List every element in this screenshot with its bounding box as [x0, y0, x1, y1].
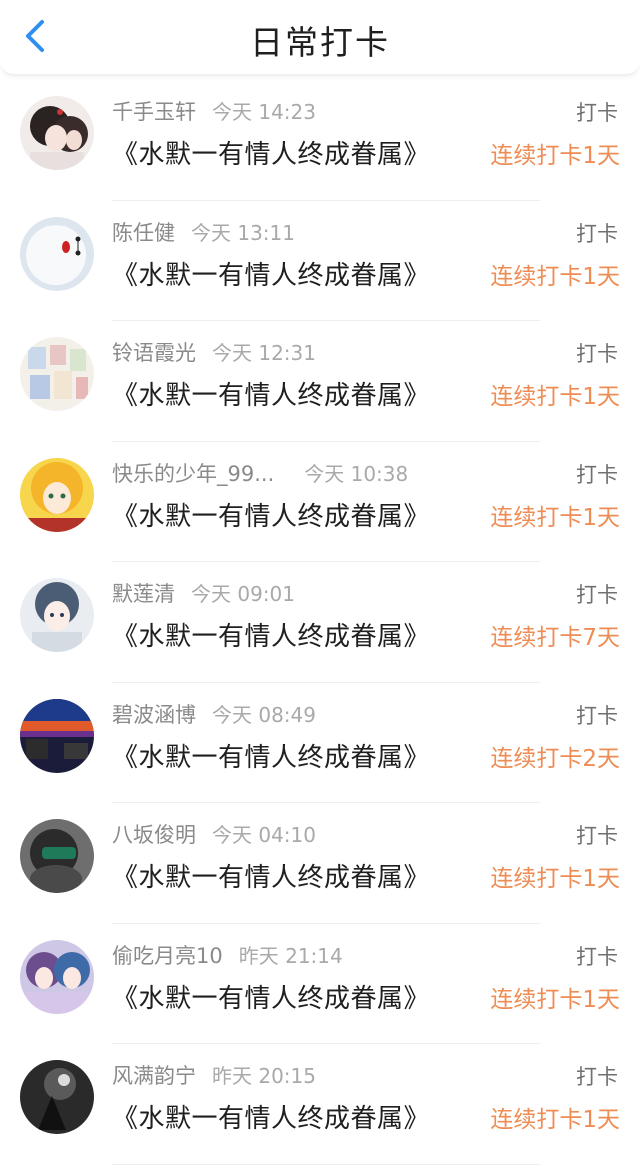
timestamp: 昨天 20:15: [212, 1064, 316, 1088]
avatar[interactable]: [20, 939, 94, 1014]
list-item[interactable]: 碧波涵博 今天 08:49 《水默一有情人终成眷属》 打卡 连续打卡2天: [0, 683, 640, 803]
item-meta: 千手玉轩 今天 14:23: [112, 96, 316, 126]
list-item[interactable]: 千手玉轩 今天 14:23 《水默一有情人终成眷属》 打卡 连续打卡1天: [0, 80, 640, 201]
username[interactable]: 千手玉轩: [112, 96, 196, 126]
checkin-content[interactable]: 《水默一有情人终成眷属》: [112, 255, 430, 292]
avatar[interactable]: [20, 337, 94, 411]
timestamp: 今天 09:01: [191, 582, 295, 606]
list-item[interactable]: 八坂俊明 今天 04:10 《水默一有情人终成眷属》 打卡 连续打卡1天: [0, 803, 640, 924]
avatar[interactable]: [20, 819, 94, 893]
avatar[interactable]: [20, 216, 94, 291]
timestamp: 今天 14:23: [212, 100, 316, 124]
item-meta: 快乐的少年_99... 今天 10:38: [112, 458, 408, 488]
checkin-content[interactable]: 《水默一有情人终成眷属》: [112, 496, 430, 533]
username[interactable]: 八坂俊明: [112, 819, 196, 849]
checkin-label: 打卡: [576, 583, 618, 607]
timestamp: 昨天 21:14: [238, 943, 343, 968]
list-item[interactable]: 铃语霞光 今天 12:31 《水默一有情人终成眷属》 打卡 连续打卡1天: [0, 321, 640, 442]
checkin-list: 千手玉轩 今天 14:23 《水默一有情人终成眷属》 打卡 连续打卡1天 陈任健…: [0, 80, 640, 1165]
streak-label: 连续打卡2天: [490, 745, 620, 772]
list-item[interactable]: 默莲清 今天 09:01 《水默一有情人终成眷属》 打卡 连续打卡7天: [0, 562, 640, 683]
item-meta: 碧波涵博 今天 08:49: [112, 699, 316, 729]
list-item[interactable]: 风满韵宁 昨天 20:15 《水默一有情人终成眷属》 打卡 连续打卡1天: [0, 1044, 640, 1165]
avatar[interactable]: [20, 96, 94, 170]
username[interactable]: 陈任健: [112, 217, 175, 247]
avatar[interactable]: [20, 578, 94, 652]
checkin-label: 打卡: [576, 944, 618, 969]
checkin-label: 打卡: [576, 221, 618, 246]
timestamp: 今天 10:38: [304, 461, 409, 486]
checkin-label: 打卡: [576, 1065, 618, 1089]
list-item[interactable]: 快乐的少年_99... 今天 10:38 《水默一有情人终成眷属》 打卡 连续打…: [0, 442, 640, 562]
username[interactable]: 铃语霞光: [112, 337, 196, 367]
timestamp: 今天 08:49: [212, 702, 316, 727]
list-item[interactable]: 陈任健 今天 13:11 《水默一有情人终成眷属》 打卡 连续打卡1天: [0, 201, 640, 321]
checkin-content[interactable]: 《水默一有情人终成眷属》: [112, 1098, 430, 1135]
item-meta: 陈任健 今天 13:11: [112, 217, 295, 247]
checkin-content[interactable]: 《水默一有情人终成眷属》: [112, 375, 430, 412]
checkin-label: 打卡: [576, 703, 618, 728]
timestamp: 今天 04:10: [212, 823, 316, 847]
page-title: 日常打卡: [250, 23, 390, 62]
list-item[interactable]: 偷吃月亮10 昨天 21:14 《水默一有情人终成眷属》 打卡 连续打卡1天: [0, 924, 640, 1044]
username[interactable]: 风满韵宁: [112, 1060, 196, 1090]
username[interactable]: 默莲清: [112, 578, 175, 608]
checkin-label: 打卡: [576, 101, 618, 125]
checkin-content[interactable]: 《水默一有情人终成眷属》: [112, 737, 430, 774]
streak-label: 连续打卡1天: [490, 143, 620, 169]
timestamp: 今天 13:11: [191, 220, 295, 245]
checkin-content[interactable]: 《水默一有情人终成眷属》: [112, 978, 430, 1015]
username[interactable]: 偷吃月亮10: [112, 940, 223, 970]
divider: [112, 1163, 540, 1165]
timestamp: 今天 12:31: [212, 341, 316, 365]
username[interactable]: 快乐的少年_99...: [112, 458, 274, 488]
checkin-content[interactable]: 《水默一有情人终成眷属》: [112, 857, 430, 894]
checkin-label: 打卡: [576, 462, 618, 487]
streak-label: 连续打卡1天: [490, 866, 620, 892]
top-bar: 日常打卡: [0, 0, 640, 76]
checkin-label: 打卡: [576, 342, 618, 366]
item-meta: 偷吃月亮10 昨天 21:14: [112, 940, 343, 970]
streak-label: 连续打卡1天: [490, 263, 620, 290]
item-meta: 默莲清 今天 09:01: [112, 578, 295, 608]
avatar[interactable]: [20, 1060, 94, 1134]
checkin-content[interactable]: 《水默一有情人终成眷属》: [112, 616, 430, 653]
avatar[interactable]: [20, 698, 94, 773]
checkin-label: 打卡: [576, 824, 618, 848]
streak-label: 连续打卡1天: [490, 986, 620, 1013]
username[interactable]: 碧波涵博: [112, 699, 196, 729]
item-meta: 八坂俊明 今天 04:10: [112, 819, 316, 849]
avatar[interactable]: [20, 457, 94, 532]
streak-label: 连续打卡1天: [490, 384, 620, 410]
checkin-content[interactable]: 《水默一有情人终成眷属》: [112, 134, 430, 171]
streak-label: 连续打卡1天: [490, 504, 620, 531]
item-meta: 铃语霞光 今天 12:31: [112, 337, 316, 367]
streak-label: 连续打卡7天: [490, 625, 620, 651]
item-meta: 风满韵宁 昨天 20:15: [112, 1060, 316, 1090]
streak-label: 连续打卡1天: [490, 1107, 620, 1133]
